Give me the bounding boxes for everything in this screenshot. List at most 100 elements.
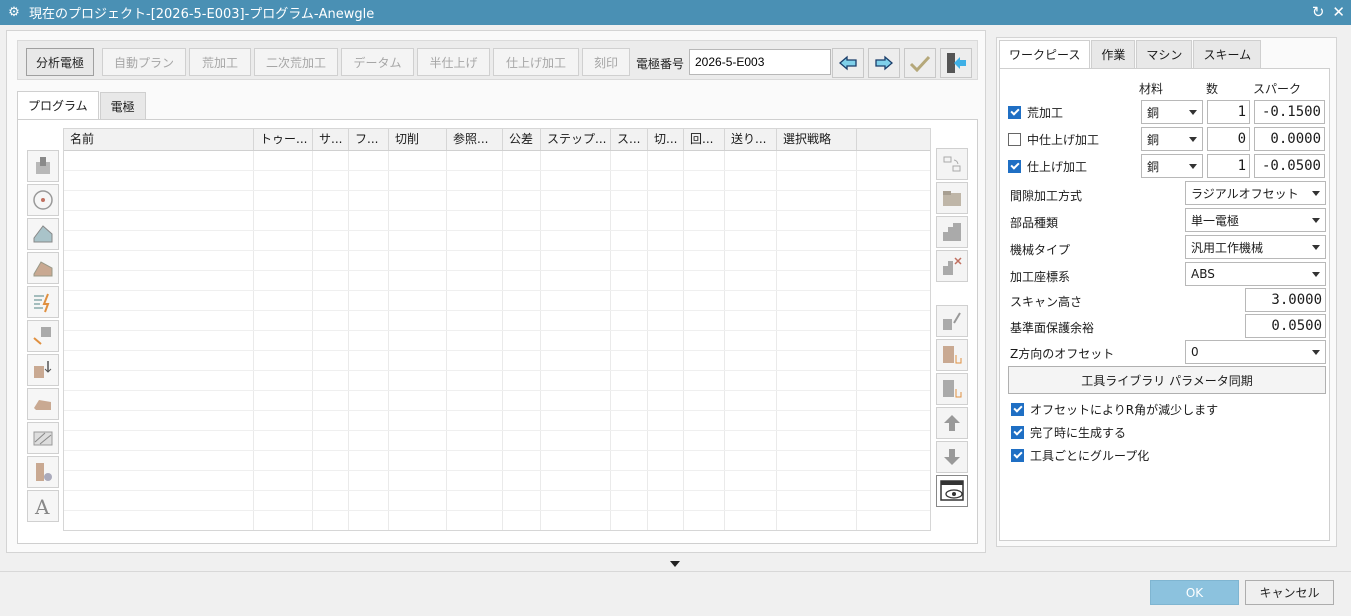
table-row[interactable]: [64, 351, 930, 371]
confirm-button[interactable]: [904, 48, 936, 78]
table-row[interactable]: [64, 251, 930, 271]
path-tool-button[interactable]: [27, 286, 59, 318]
column-header[interactable]: 回...: [684, 129, 725, 150]
tab-operation[interactable]: 作業: [1091, 40, 1136, 68]
column-header[interactable]: フ...: [349, 129, 389, 150]
hatch-tool-button[interactable]: [27, 422, 59, 454]
exit-button[interactable]: [940, 48, 972, 78]
table-row[interactable]: [64, 231, 930, 251]
table-row[interactable]: [64, 491, 930, 511]
cavity-tool-button[interactable]: [27, 150, 59, 182]
column-header[interactable]: 選択戦略: [777, 129, 857, 150]
column-header[interactable]: サ...: [313, 129, 349, 150]
table-row[interactable]: [64, 471, 930, 491]
column-header[interactable]: ス...: [611, 129, 648, 150]
z-offset-select[interactable]: 0: [1185, 340, 1326, 364]
semi-spark-field[interactable]: 0.0000: [1254, 127, 1325, 151]
sync-tool-button[interactable]: [936, 148, 968, 180]
table-row[interactable]: [64, 411, 930, 431]
roughing-checkbox[interactable]: [1008, 105, 1021, 119]
column-header[interactable]: 送り...: [725, 129, 777, 150]
finish-spark-field[interactable]: -0.0500: [1254, 154, 1325, 178]
column-header[interactable]: 切...: [648, 129, 684, 150]
tool-library-sync-button[interactable]: 工具ライブラリ パラメータ同期: [1008, 366, 1326, 394]
engrave-button[interactable]: 刻印: [582, 48, 630, 76]
ok-button[interactable]: OK: [1150, 580, 1239, 605]
table-row[interactable]: [64, 511, 930, 530]
tab-machine[interactable]: マシン: [1136, 40, 1193, 68]
table-row[interactable]: [64, 171, 930, 191]
column-header[interactable]: トゥー...: [254, 129, 313, 150]
folder-tool-button[interactable]: [936, 182, 968, 214]
column-header[interactable]: 名前: [64, 129, 254, 150]
table-row[interactable]: [64, 271, 930, 291]
gap-method-select[interactable]: ラジアルオフセット: [1185, 181, 1326, 205]
semi-finish-checkbox[interactable]: [1008, 132, 1021, 146]
finishing-checkbox[interactable]: [1008, 159, 1021, 173]
move-tool-button[interactable]: [27, 320, 59, 352]
semi-material-select[interactable]: 銅: [1141, 127, 1203, 151]
roughing-button[interactable]: 荒加工: [189, 48, 251, 76]
tool-tool-button[interactable]: [27, 456, 59, 488]
column-header[interactable]: 参照...: [447, 129, 503, 150]
datum-button[interactable]: データム: [341, 48, 414, 76]
table-row[interactable]: [64, 451, 930, 471]
finish-count-field[interactable]: 1: [1207, 154, 1250, 178]
scan-height-field[interactable]: 3.0000: [1245, 288, 1326, 312]
view-tool-button[interactable]: [936, 475, 968, 507]
next-button[interactable]: [868, 48, 900, 78]
secondary-roughing-button[interactable]: 二次荒加工: [254, 48, 338, 76]
protect-margin-field[interactable]: 0.0500: [1245, 314, 1326, 338]
table-row[interactable]: [64, 151, 930, 171]
roughing-material-select[interactable]: 銅: [1141, 100, 1203, 124]
edit-tool-button[interactable]: [936, 305, 968, 337]
tab-workpiece[interactable]: ワークピース: [999, 40, 1091, 68]
part-type-select[interactable]: 単一電極: [1185, 208, 1326, 232]
coord-system-select[interactable]: ABS: [1185, 262, 1326, 286]
table-row[interactable]: [64, 371, 930, 391]
tab-scheme[interactable]: スキーム: [1193, 40, 1262, 68]
table-row[interactable]: [64, 311, 930, 331]
surface-tool-button[interactable]: [27, 218, 59, 250]
tab-electrode[interactable]: 電極: [99, 92, 146, 119]
block-tool-button[interactable]: [27, 252, 59, 284]
collapse-arrow-icon[interactable]: [670, 561, 680, 567]
machine-type-select[interactable]: 汎用工作機械: [1185, 235, 1326, 259]
column-header[interactable]: ステップ...: [541, 129, 611, 150]
pick-tool-button[interactable]: [936, 339, 968, 371]
solid-tool-button[interactable]: [27, 388, 59, 420]
roughing-count-field[interactable]: 1: [1207, 100, 1250, 124]
column-header[interactable]: 切削: [389, 129, 447, 150]
table-row[interactable]: [64, 331, 930, 351]
tab-program[interactable]: プログラム: [17, 91, 99, 119]
table-row[interactable]: [64, 431, 930, 451]
table-row[interactable]: [64, 291, 930, 311]
table-row[interactable]: [64, 391, 930, 411]
cancel-button[interactable]: キャンセル: [1245, 580, 1334, 605]
finish-material-select[interactable]: 銅: [1141, 154, 1203, 178]
semi-finish-button[interactable]: 半仕上げ: [417, 48, 490, 76]
table-row[interactable]: [64, 211, 930, 231]
electrode-number-input[interactable]: [689, 49, 831, 75]
text-tool-button[interactable]: A: [27, 490, 59, 522]
table-row[interactable]: [64, 191, 930, 211]
stair-tool-button[interactable]: [936, 216, 968, 248]
generate-on-finish-checkbox[interactable]: [1011, 426, 1024, 439]
delete-tool-button[interactable]: [936, 250, 968, 282]
prev-button[interactable]: [832, 48, 864, 78]
analyze-electrode-button[interactable]: 分析電極: [26, 48, 94, 76]
split-tool-button[interactable]: [27, 354, 59, 386]
finishing-button[interactable]: 仕上げ加工: [493, 48, 579, 76]
move-down-button[interactable]: [936, 441, 968, 473]
column-header[interactable]: 公差: [503, 129, 541, 150]
gear-icon[interactable]: ⚙: [7, 5, 21, 20]
roughing-spark-field[interactable]: -0.1500: [1254, 100, 1325, 124]
auto-plan-button[interactable]: 自動プラン: [102, 48, 186, 76]
reduce-r-checkbox[interactable]: [1011, 403, 1024, 416]
target-tool-button[interactable]: [27, 184, 59, 216]
move-up-button[interactable]: [936, 407, 968, 439]
refresh-icon[interactable]: ↻: [1312, 3, 1325, 21]
pick2-tool-button[interactable]: [936, 373, 968, 405]
group-by-tool-checkbox[interactable]: [1011, 449, 1024, 462]
close-icon[interactable]: ✕: [1332, 3, 1345, 21]
